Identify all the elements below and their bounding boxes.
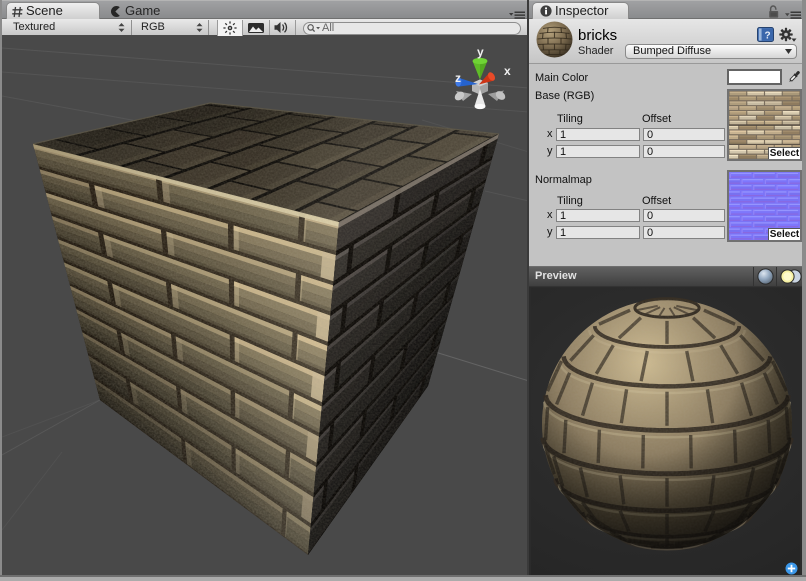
svg-text:x: x — [504, 64, 511, 78]
svg-text:?: ? — [765, 31, 771, 42]
svg-text:z: z — [455, 71, 461, 85]
svg-text:y: y — [477, 45, 484, 59]
